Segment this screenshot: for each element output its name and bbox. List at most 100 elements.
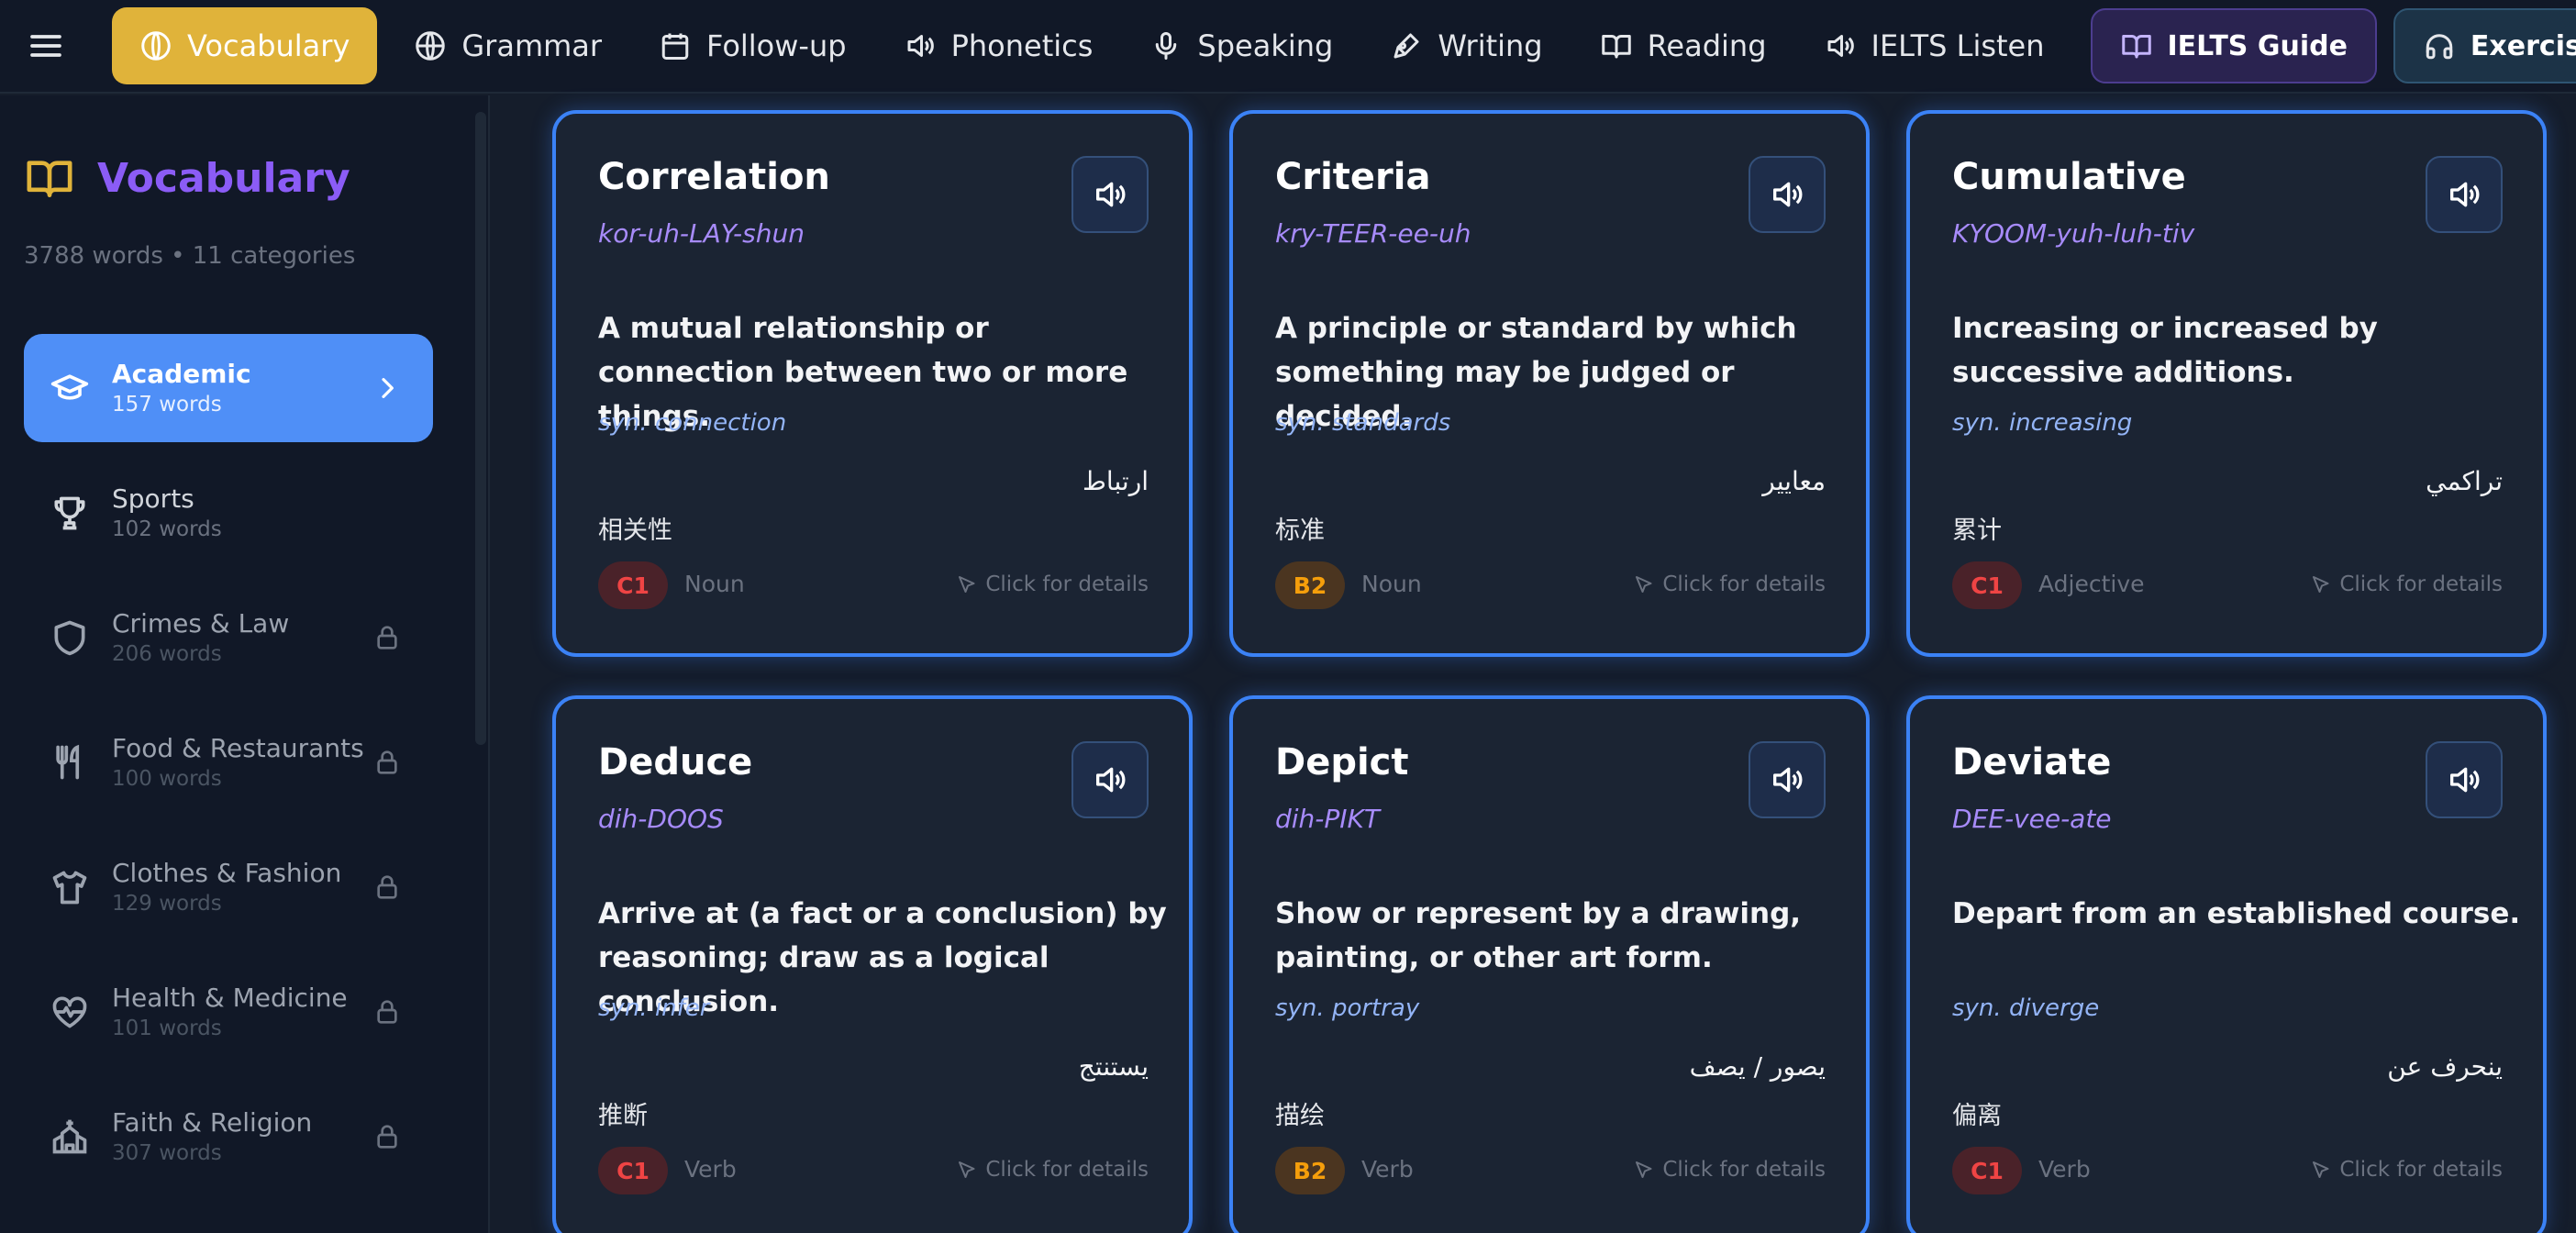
nav-tab-label: Reading bbox=[1647, 28, 1767, 63]
pronunciation: kor-uh-LAY-shun bbox=[598, 218, 805, 249]
pen-icon bbox=[1393, 33, 1419, 59]
pronunciation: dih-PIKT bbox=[1275, 804, 1381, 834]
speaker-icon bbox=[1096, 767, 1126, 793]
speaker-icon bbox=[2450, 182, 2480, 207]
sidebar-title: Vocabulary bbox=[97, 154, 350, 202]
book-open-icon bbox=[1601, 35, 1631, 59]
cursor-pointer-icon bbox=[1636, 1161, 1652, 1178]
cursor-pointer-icon bbox=[1636, 576, 1652, 593]
nav-tab-ielts-listen[interactable]: IELTS Listen bbox=[1804, 7, 2065, 84]
play-audio-button[interactable] bbox=[2426, 156, 2503, 233]
details-link[interactable]: Click for details bbox=[956, 572, 1149, 596]
chinese-translation: 偏离 bbox=[1952, 1102, 2002, 1130]
ielts-guide-button[interactable]: IELTS Guide bbox=[2090, 8, 2377, 83]
category-faith-religion[interactable]: Faith & Religion 307 words bbox=[24, 1083, 433, 1191]
speaker-icon bbox=[1096, 182, 1126, 207]
category-food-restaurants[interactable]: Food & Restaurants 100 words bbox=[24, 708, 433, 816]
details-link[interactable]: Click for details bbox=[2310, 1158, 2503, 1182]
pronunciation: DEE-vee-ate bbox=[1952, 804, 2112, 834]
nav-tab-label: Writing bbox=[1438, 28, 1543, 63]
ielts-guide-label: IELTS Guide bbox=[2167, 29, 2348, 62]
synonym: syn. increasing bbox=[1952, 409, 2133, 437]
category-name: Faith & Religion bbox=[112, 1107, 313, 1138]
nav-tab-grammar[interactable]: Grammar bbox=[394, 7, 622, 84]
speaker-icon bbox=[2450, 767, 2480, 793]
sidebar-scrollbar[interactable] bbox=[475, 112, 486, 745]
arabic-translation: تراكمي bbox=[2426, 466, 2503, 496]
details-link[interactable]: Click for details bbox=[1633, 572, 1826, 596]
level-badge: C1 bbox=[598, 561, 668, 609]
word-card-depict[interactable]: Depict dih-PIKT Show or represent by a d… bbox=[1229, 695, 1870, 1233]
nav-tab-speaking[interactable]: Speaking bbox=[1129, 7, 1353, 84]
category-count: 307 words bbox=[112, 1141, 222, 1165]
lock-icon bbox=[377, 750, 397, 774]
category-name: Sports bbox=[112, 483, 194, 514]
word-title: Depict bbox=[1275, 741, 1409, 783]
details-label: Click for details bbox=[2339, 1158, 2503, 1182]
synonym: syn. connection bbox=[598, 409, 787, 437]
chinese-translation: 标准 bbox=[1275, 517, 1325, 545]
category-health-medicine[interactable]: Health & Medicine 101 words bbox=[24, 958, 433, 1066]
word-title: Cumulative bbox=[1952, 156, 2186, 198]
nav-tab-writing[interactable]: Writing bbox=[1370, 7, 1562, 84]
definition: Show or represent by a drawing, painting… bbox=[1275, 897, 1802, 974]
synonym: syn. infer bbox=[598, 994, 710, 1022]
play-audio-button[interactable] bbox=[1071, 156, 1149, 233]
exercises-button[interactable]: Exercises bbox=[2393, 8, 2576, 83]
arabic-translation: يستنتج bbox=[1078, 1051, 1149, 1082]
play-audio-button[interactable] bbox=[1749, 741, 1826, 818]
chinese-translation: 推断 bbox=[598, 1102, 648, 1130]
play-audio-button[interactable] bbox=[1749, 156, 1826, 233]
nav-tab-vocabulary[interactable]: Vocabulary bbox=[112, 7, 378, 84]
category-name: Crimes & Law bbox=[112, 608, 290, 639]
details-link[interactable]: Click for details bbox=[956, 1158, 1149, 1182]
part-of-speech: Noun bbox=[684, 571, 745, 597]
part-of-speech: Verb bbox=[2038, 1156, 2091, 1183]
category-clothes-fashion[interactable]: Clothes & Fashion 129 words bbox=[24, 833, 433, 941]
category-name: Academic bbox=[112, 359, 251, 389]
category-academic[interactable]: Academic 157 words bbox=[24, 334, 433, 442]
pronunciation: KYOOM-yuh-luh-tiv bbox=[1952, 218, 2195, 249]
nav-tab-label: Vocabulary bbox=[187, 28, 350, 63]
synonym: syn. standards bbox=[1275, 409, 1451, 437]
hamburger-menu-button[interactable] bbox=[0, 0, 92, 92]
word-card-cumulative[interactable]: Cumulative KYOOM-yuh-luh-tiv Increasing … bbox=[1906, 110, 2547, 657]
nav-tab-reading[interactable]: Reading bbox=[1580, 7, 1787, 84]
details-link[interactable]: Click for details bbox=[2310, 572, 2503, 596]
lock-icon bbox=[377, 1000, 397, 1024]
play-audio-button[interactable] bbox=[1071, 741, 1149, 818]
word-title: Criteria bbox=[1275, 156, 1431, 198]
category-count: 102 words bbox=[112, 517, 222, 541]
book-open-icon bbox=[2121, 35, 2151, 59]
category-count: 101 words bbox=[112, 1016, 222, 1040]
shirt-icon bbox=[52, 871, 87, 905]
globe-icon bbox=[416, 31, 446, 61]
nav-tab-phonetics[interactable]: Phonetics bbox=[883, 7, 1114, 84]
speaker-icon bbox=[907, 35, 934, 57]
cursor-pointer-icon bbox=[2313, 1161, 2329, 1178]
arabic-translation: ينحرف عن bbox=[2387, 1051, 2503, 1082]
nav-tab-label: Follow-up bbox=[706, 28, 847, 63]
category-crimes-law[interactable]: Crimes & Law 206 words bbox=[24, 583, 433, 692]
word-card-deduce[interactable]: Deduce dih-DOOS Arrive at (a fact or a c… bbox=[552, 695, 1193, 1233]
play-audio-button[interactable] bbox=[2426, 741, 2503, 818]
definition: Depart from an established course. bbox=[1952, 897, 2521, 930]
definition: Increasing or increased by successive ad… bbox=[1952, 312, 2378, 389]
category-count: 206 words bbox=[112, 642, 222, 666]
cursor-pointer-icon bbox=[959, 576, 975, 593]
cursor-pointer-icon bbox=[2313, 576, 2329, 593]
details-link[interactable]: Click for details bbox=[1633, 1158, 1826, 1182]
word-card-deviate[interactable]: Deviate DEE-vee-ate Depart from an estab… bbox=[1906, 695, 2547, 1233]
nav-tab-follow-up[interactable]: Follow-up bbox=[638, 7, 867, 84]
word-card-criteria[interactable]: Criteria kry-TEER-ee-uh A principle or s… bbox=[1229, 110, 1870, 657]
pronunciation: kry-TEER-ee-uh bbox=[1275, 218, 1471, 249]
heart-pulse-icon bbox=[52, 996, 87, 1028]
category-sports[interactable]: Sports 102 words bbox=[24, 459, 433, 567]
details-label: Click for details bbox=[1662, 572, 1826, 596]
part-of-speech: Adjective bbox=[2038, 571, 2145, 597]
lock-icon bbox=[377, 1125, 397, 1149]
microphone-icon bbox=[1156, 32, 1177, 60]
shield-icon bbox=[54, 620, 85, 656]
headphones-icon bbox=[2426, 34, 2453, 60]
word-card-correlation[interactable]: Correlation kor-uh-LAY-shun A mutual rel… bbox=[552, 110, 1193, 657]
